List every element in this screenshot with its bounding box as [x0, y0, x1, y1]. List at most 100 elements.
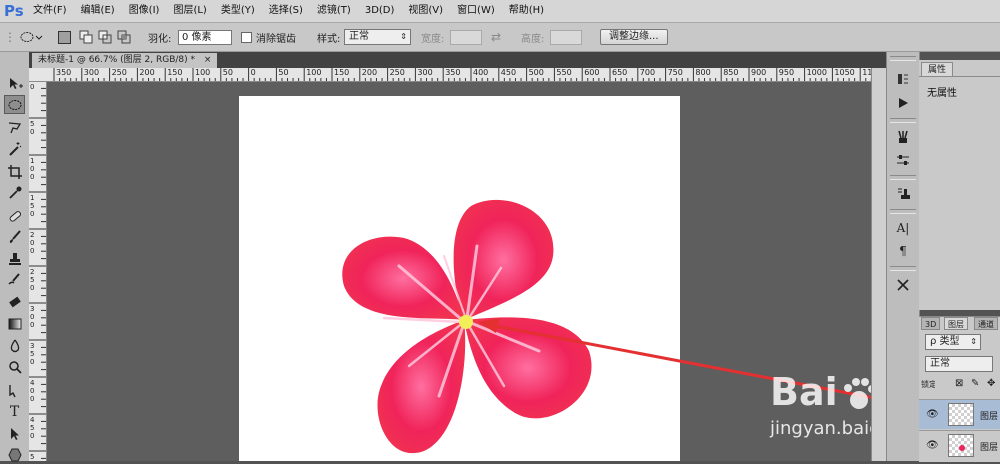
- ruler-label: 550: [556, 68, 572, 77]
- height-field[interactable]: [550, 23, 582, 51]
- layer-filter-select[interactable]: ρ 类型 ⇕: [925, 334, 981, 350]
- clone-stamp-tool[interactable]: [4, 249, 25, 268]
- crop-tool[interactable]: [4, 162, 25, 181]
- ruler-label: 1100: [862, 68, 871, 77]
- menu-file[interactable]: 文件(F): [26, 0, 74, 22]
- ruler-label: 0: [250, 68, 256, 77]
- close-icon[interactable]: ×: [204, 55, 212, 65]
- move-tool[interactable]: [4, 74, 25, 93]
- new-selection-button[interactable]: [58, 23, 71, 51]
- document-canvas[interactable]: [239, 96, 680, 461]
- paragraph-icon: ¶: [899, 244, 907, 258]
- magic-wand-icon: [8, 141, 21, 156]
- width-input[interactable]: [450, 29, 482, 45]
- eyedropper-tool[interactable]: [4, 183, 25, 202]
- healing-brush-tool[interactable]: [4, 206, 25, 225]
- tools-panel-button[interactable]: [893, 276, 913, 294]
- ruler-label: 450: [500, 68, 517, 77]
- tab-layers[interactable]: 图层: [944, 317, 968, 330]
- menu-filter[interactable]: 滤镜(T): [310, 0, 358, 22]
- shape-tool[interactable]: [4, 445, 25, 464]
- eye-icon[interactable]: 👁: [926, 440, 939, 451]
- refine-edge-button[interactable]: 调整边缘...: [600, 29, 668, 45]
- ruler-label: 300: [83, 68, 100, 77]
- properties-tab[interactable]: 属性: [921, 62, 954, 77]
- style-label: 样式:: [317, 33, 341, 45]
- horizontal-ruler[interactable]: 350 300 250 200 150 100 50 0 50 100 150 200 250 300 35…: [48, 68, 871, 82]
- add-selection-button[interactable]: [79, 23, 93, 51]
- lock-pixels-icon[interactable]: ⊠: [955, 378, 963, 389]
- tab-3d[interactable]: 3D: [921, 317, 941, 330]
- menu-edit[interactable]: 编辑(E): [74, 0, 122, 22]
- gradient-tool[interactable]: [4, 314, 25, 333]
- blur-tool[interactable]: [4, 336, 25, 355]
- type-tool[interactable]: T: [4, 402, 25, 421]
- character-icon: A|: [896, 221, 910, 235]
- menu-type[interactable]: 类型(Y): [214, 0, 262, 22]
- dock-separator-3: [890, 209, 916, 214]
- style-select[interactable]: 正常 ⇕: [344, 29, 411, 45]
- layer-row-selected[interactable]: 👁 图层: [919, 399, 1000, 429]
- tool-preset-picker[interactable]: [18, 23, 44, 51]
- ruler-label: 900: [751, 68, 767, 77]
- eye-icon[interactable]: 👁: [926, 409, 939, 420]
- height-input[interactable]: [550, 29, 582, 45]
- lasso-tool[interactable]: [4, 118, 25, 137]
- vertical-scrollbar[interactable]: [871, 68, 887, 461]
- magic-wand-tool[interactable]: [4, 139, 25, 158]
- lock-move-icon[interactable]: ✥: [987, 378, 995, 389]
- style-select-wrap[interactable]: 正常 ⇕: [344, 23, 411, 51]
- elliptical-marquee-tool[interactable]: [4, 95, 25, 114]
- ruler-label: 200: [361, 68, 378, 77]
- style-value: 正常: [349, 31, 369, 42]
- lock-brush-icon[interactable]: ✎: [971, 378, 979, 389]
- layer-row[interactable]: 👁 图层: [919, 430, 1000, 460]
- dodge-tool[interactable]: [4, 357, 25, 376]
- options-bar: ⋮ 羽化: 0 像素 消除锯齿 样式: 正常 ⇕ 宽度: ⇄ 高度: 调整边缘.…: [0, 23, 1000, 52]
- canvas-workspace[interactable]: [47, 82, 871, 461]
- menu-select[interactable]: 选择(S): [262, 0, 310, 22]
- swap-icon[interactable]: ⇄: [491, 23, 501, 51]
- menu-help[interactable]: 帮助(H): [502, 0, 551, 22]
- adjustments-button[interactable]: [893, 151, 913, 169]
- ruler-label: 600: [584, 68, 600, 77]
- tab-channels[interactable]: 通道: [974, 317, 998, 330]
- actions-panel-button[interactable]: [893, 94, 913, 112]
- intersect-selection-button[interactable]: [117, 23, 131, 51]
- dock-separator-2: [890, 175, 916, 180]
- subtract-selection-button[interactable]: [98, 23, 112, 51]
- brush-icon: [9, 229, 21, 243]
- menu-layer[interactable]: 图层(L): [166, 0, 213, 22]
- width-field[interactable]: [450, 23, 482, 51]
- antialias-check[interactable]: [241, 31, 252, 43]
- character-panel-button[interactable]: A|: [893, 219, 913, 237]
- vertical-ruler[interactable]: 0 5 0 1 0 0 1 5 0 2 0 0 2 5 0 3 0 0 3 5 0 4 0 0 4…: [29, 81, 47, 461]
- pen-tool[interactable]: [4, 381, 25, 400]
- blend-mode-select[interactable]: 正常: [925, 356, 993, 372]
- ruler-label: 950: [778, 68, 795, 77]
- feather-input[interactable]: 0 像素: [178, 29, 232, 45]
- paragraph-panel-button[interactable]: ¶: [893, 242, 913, 260]
- brush-presets-button[interactable]: [893, 128, 913, 146]
- ruler-label: 850: [723, 68, 739, 77]
- brush-presets-icon: [898, 130, 908, 143]
- history-brush-tool[interactable]: [4, 270, 25, 289]
- tool-presets-button[interactable]: [893, 185, 913, 203]
- menu-view[interactable]: 视图(V): [401, 0, 450, 22]
- crop-icon: [7, 164, 22, 179]
- arrow-pointer-icon: [10, 427, 19, 440]
- bandage-icon: [9, 210, 21, 222]
- ruler-label-vertical: 4 5 0: [30, 416, 35, 440]
- brush-tool[interactable]: [4, 227, 25, 246]
- menu-3d[interactable]: 3D(D): [358, 0, 402, 22]
- eraser-tool[interactable]: [4, 292, 25, 311]
- path-selection-tool[interactable]: [4, 424, 25, 443]
- document-tab[interactable]: 未标题-1 @ 66.7% (图层 2, RGB/8) * ×: [32, 53, 218, 68]
- menu-image[interactable]: 图像(I): [122, 0, 167, 22]
- ruler-origin[interactable]: [29, 68, 49, 82]
- ruler-label-vertical: 5 0 0: [30, 453, 35, 461]
- feather-field[interactable]: 0 像素: [178, 23, 232, 51]
- menu-window[interactable]: 窗口(W): [450, 0, 502, 22]
- history-panel-button[interactable]: [893, 70, 913, 88]
- antialias-checkbox[interactable]: 消除锯齿: [241, 23, 296, 51]
